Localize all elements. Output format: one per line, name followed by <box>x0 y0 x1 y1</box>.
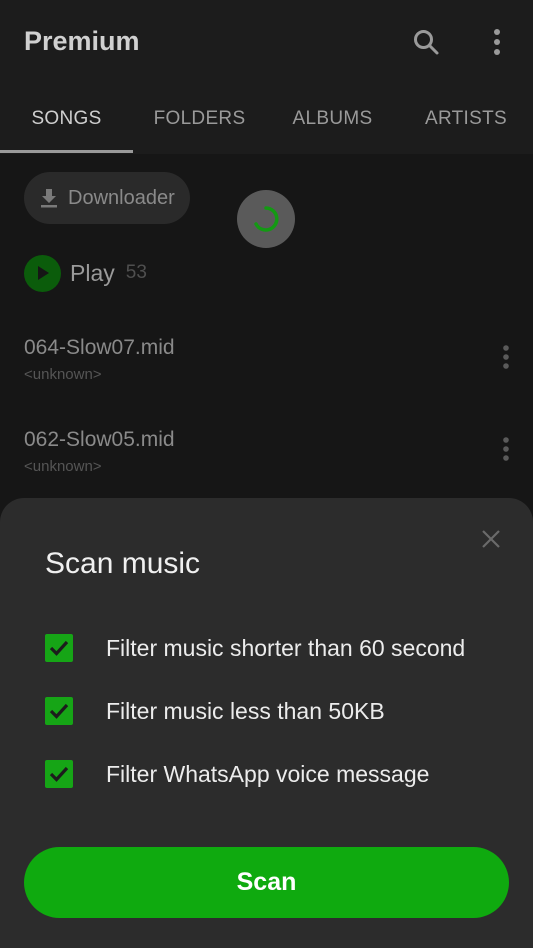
sheet-title: Scan music <box>45 547 201 580</box>
filter-whatsapp-checkbox[interactable] <box>45 760 73 788</box>
close-button[interactable] <box>478 526 504 552</box>
tab-songs[interactable]: SONGS <box>0 96 133 152</box>
loading-spinner <box>237 190 295 248</box>
search-button[interactable] <box>408 24 444 60</box>
play-label: Play <box>70 259 115 286</box>
filter-whatsapp-option[interactable]: Filter WhatsApp voice message <box>45 758 429 790</box>
search-icon <box>414 30 439 55</box>
song-count: 53 <box>125 262 147 283</box>
list-item[interactable]: 064-Slow07.mid <unknown> <box>24 336 514 396</box>
filter-short-label: Filter music shorter than 60 second <box>106 634 466 661</box>
filter-whatsapp-label: Filter WhatsApp voice message <box>106 760 430 787</box>
checkmark-icon <box>49 766 69 782</box>
downloader-button[interactable]: Downloader <box>24 172 190 224</box>
filter-small-label: Filter music less than 50KB <box>106 697 385 724</box>
song-title: 062-Slow05.mid <box>24 428 175 451</box>
app-bar: Premium <box>0 0 533 84</box>
filter-short-checkbox[interactable] <box>45 634 73 662</box>
song-more-button[interactable] <box>502 344 510 375</box>
tab-albums[interactable]: ALBUMS <box>266 96 399 152</box>
filter-short-option[interactable]: Filter music shorter than 60 second <box>45 632 465 664</box>
more-options-button[interactable] <box>479 24 515 60</box>
song-title: 064-Slow07.mid <box>24 336 175 359</box>
more-vert-icon <box>503 345 509 369</box>
play-all-row[interactable]: Play 53 <box>24 254 147 292</box>
scan-button[interactable]: Scan <box>24 847 509 918</box>
downloader-label: Downloader <box>68 186 175 209</box>
loading-icon <box>254 206 279 232</box>
list-item[interactable]: 062-Slow05.mid <unknown> <box>24 428 514 488</box>
tab-artists[interactable]: ARTISTS <box>399 96 533 152</box>
download-icon <box>41 189 57 208</box>
page-title: Premium <box>24 26 140 56</box>
more-vert-icon <box>503 437 509 461</box>
close-icon <box>482 530 500 548</box>
checkmark-icon <box>49 640 69 656</box>
song-artist: <unknown> <box>24 458 102 475</box>
active-tab-indicator <box>0 150 133 153</box>
play-icon <box>37 266 49 280</box>
play-button[interactable] <box>24 254 61 292</box>
filter-small-option[interactable]: Filter music less than 50KB <box>45 695 385 727</box>
checkmark-icon <box>49 703 69 719</box>
tab-bar: SONGS FOLDERS ALBUMS ARTISTS <box>0 96 533 154</box>
tab-folders[interactable]: FOLDERS <box>133 96 266 152</box>
filter-small-checkbox[interactable] <box>45 697 73 725</box>
song-artist: <unknown> <box>24 366 102 383</box>
song-more-button[interactable] <box>502 436 510 467</box>
more-vert-icon <box>494 29 500 55</box>
